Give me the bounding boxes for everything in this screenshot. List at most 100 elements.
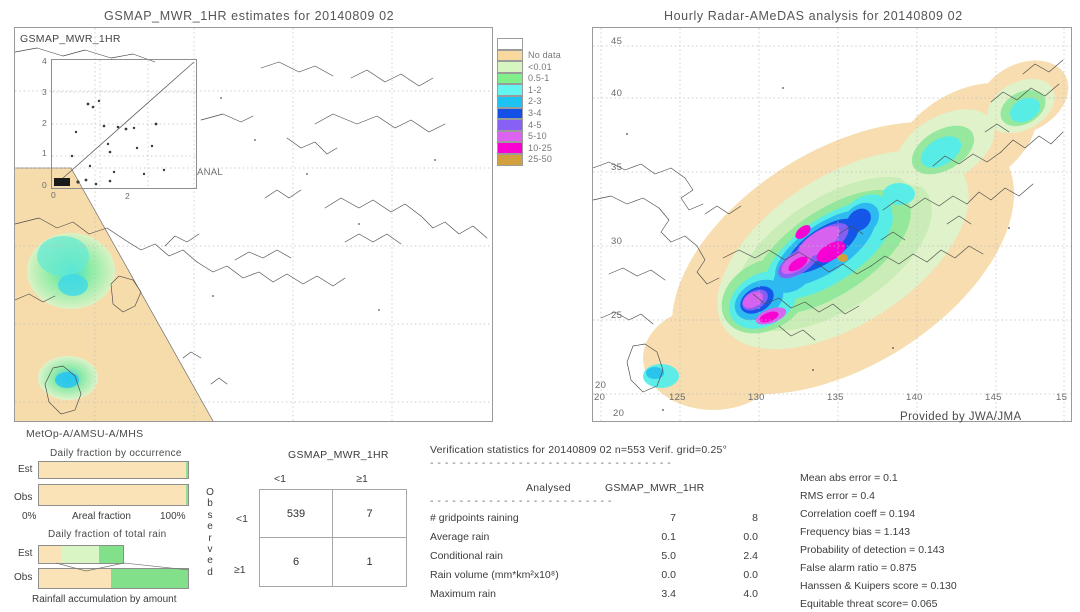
observed-letter: b [207, 498, 213, 510]
right-xtick-140: 140 [906, 392, 923, 403]
right-xtick-120: 20 [594, 392, 606, 403]
stat-estimate-gridpoints: 8 [752, 512, 758, 524]
colorbar-label: <0.01 [528, 61, 552, 72]
stat-analysed-rain-volume: 0.0 [661, 569, 676, 581]
left-panel-tag: GSMAP_MWR_1HR [20, 33, 121, 45]
fraction-connector-lines [55, 562, 189, 572]
data-credit: Provided by JWA/JMA [900, 411, 1022, 423]
contingency-table[interactable]: 539 7 6 1 [259, 489, 407, 587]
areal-axis-center: Areal fraction [72, 511, 131, 522]
right-ytick-25: 25 [611, 310, 623, 321]
stats-header: Verification statistics for 20140809 02 … [430, 444, 727, 456]
right-ytick-30: 30 [611, 236, 623, 247]
contingency-cell-miss: 6 [260, 538, 333, 586]
occurrence-obs-bar [38, 484, 189, 506]
contingency-col-lt1: <1 [274, 473, 286, 485]
score-correlation-coeff: Correlation coeff = 0.194 [800, 508, 916, 520]
colorbar-swatch [497, 61, 523, 73]
colorbar-swatch [497, 49, 523, 62]
colorbar-swatch [497, 153, 523, 166]
inset-xtick-2: 2 [125, 191, 130, 201]
left-panel-title: GSMAP_MWR_1HR estimates for 20140809 02 [104, 9, 395, 23]
colorbar-swatch [497, 84, 523, 96]
score-equitable-threat: Equitable threat score= 0.065 [800, 598, 938, 610]
bar-segment [185, 462, 188, 478]
contingency-row-ge1: ≥1 [234, 564, 246, 576]
stat-label-gridpoints: # gridpoints raining [430, 512, 519, 524]
inset-ytick-2: 2 [42, 118, 47, 128]
right-map-graphic [593, 28, 1071, 421]
observed-axis-label: Observed [204, 487, 216, 578]
total-rain-title: Daily fraction of total rain [48, 529, 167, 540]
stat-estimate-average-rain: 0.0 [743, 531, 758, 543]
colorbar-label: 2-3 [528, 96, 542, 107]
bar-segment [99, 546, 123, 563]
observed-letter: v [207, 544, 213, 556]
inset-anal-label: ANAL [197, 167, 224, 178]
colorbar-label: 4-5 [528, 119, 542, 130]
rain-accum-caption: Rainfall accumulation by amount [32, 594, 177, 605]
areal-axis-left: 0% [22, 511, 37, 522]
contingency-title: GSMAP_MWR_1HR [288, 449, 389, 461]
right-xtick-125: 125 [669, 392, 686, 403]
bar-segment [39, 546, 62, 563]
stat-analysed-gridpoints: 7 [670, 512, 676, 524]
score-hanssen-kuipers: Hanssen & Kuipers score = 0.130 [800, 580, 957, 592]
stat-estimate-conditional-rain: 2.4 [743, 550, 758, 562]
inset-xtick-0: 0 [51, 190, 56, 200]
stat-estimate-maximum-rain: 4.0 [743, 588, 758, 600]
right-ytick-40: 40 [611, 88, 623, 99]
bar-segment [61, 546, 100, 563]
score-probability-of-detection: Probability of detection = 0.143 [800, 544, 945, 556]
score-frequency-bias: Frequency bias = 1.143 [800, 526, 911, 538]
colorbar-label: No data [528, 50, 561, 61]
radar-amedas-map[interactable]: 20 25 30 35 40 45 20 125 130 135 140 145… [592, 27, 1072, 422]
right-xtick-150: 15 [1056, 392, 1068, 403]
colorbar-label: 1-2 [528, 84, 542, 95]
inset-ytick-4: 4 [42, 56, 47, 66]
stats-col-analysed: Analysed [526, 482, 571, 494]
stat-label-rain-volume: Rain volume (mm*km²x10⁸) [430, 569, 559, 581]
bar-segment [186, 485, 188, 505]
occ-obs-label: Obs [14, 492, 33, 503]
contingency-cell-hit: 1 [366, 556, 373, 568]
rain-obs-label: Obs [14, 572, 33, 583]
score-mean-abs-error: Mean abs error = 0.1 [800, 472, 898, 484]
gsmap-estimate-map[interactable]: 4 3 2 1 0 0 2 GSMAP_MWR_1HR ANAL [14, 27, 493, 422]
contingency-row-lt1: <1 [236, 513, 248, 525]
colorbar-label: 25-50 [528, 154, 553, 165]
stats-rule-top: - - - - - - - - - - - - - - - - - - - - … [430, 457, 672, 469]
right-ytick-20: 20 [595, 380, 607, 391]
occ-est-label: Est [18, 464, 33, 475]
colorbar-swatch [497, 119, 523, 131]
inset-ytick-1: 1 [42, 148, 47, 158]
stat-analysed-average-rain: 0.1 [661, 531, 676, 543]
stat-analysed-conditional-rain: 5.0 [661, 550, 676, 562]
right-ytick-45: 45 [611, 36, 623, 47]
right-xtick-145: 145 [985, 392, 1002, 403]
bar-segment [39, 462, 186, 478]
colorbar-label: 10-25 [528, 142, 553, 153]
right-panel-title: Hourly Radar-AMeDAS analysis for 2014080… [664, 9, 963, 23]
contingency-col-ge1: ≥1 [356, 473, 368, 485]
right-corner-label: 20 [613, 408, 625, 419]
scatter-inset[interactable] [51, 59, 197, 189]
stats-rule-sub: - - - - - - - - - - - - - - - - - - - - … [430, 495, 612, 507]
colorbar-swatch [497, 130, 523, 143]
observed-letter: r [208, 532, 212, 544]
stat-estimate-rain-volume: 0.0 [743, 569, 758, 581]
contingency-cell-false-alarm: 7 [333, 490, 406, 538]
observed-letter: s [207, 509, 213, 521]
observed-letter: O [206, 487, 214, 498]
contingency-cell-hit-none: 539 [260, 490, 333, 538]
colorbar-label: 0.5-1 [528, 73, 550, 84]
observed-letter: d [207, 566, 213, 578]
bar-segment [39, 485, 187, 505]
inset-ytick-3: 3 [42, 87, 47, 97]
occurrence-title: Daily fraction by occurrence [50, 448, 182, 459]
stat-label-average-rain: Average rain [430, 531, 490, 543]
right-xtick-130: 130 [748, 392, 765, 403]
stat-label-maximum-rain: Maximum rain [430, 588, 496, 600]
stat-label-conditional-rain: Conditional rain [430, 550, 503, 562]
observed-letter: e [207, 555, 213, 567]
